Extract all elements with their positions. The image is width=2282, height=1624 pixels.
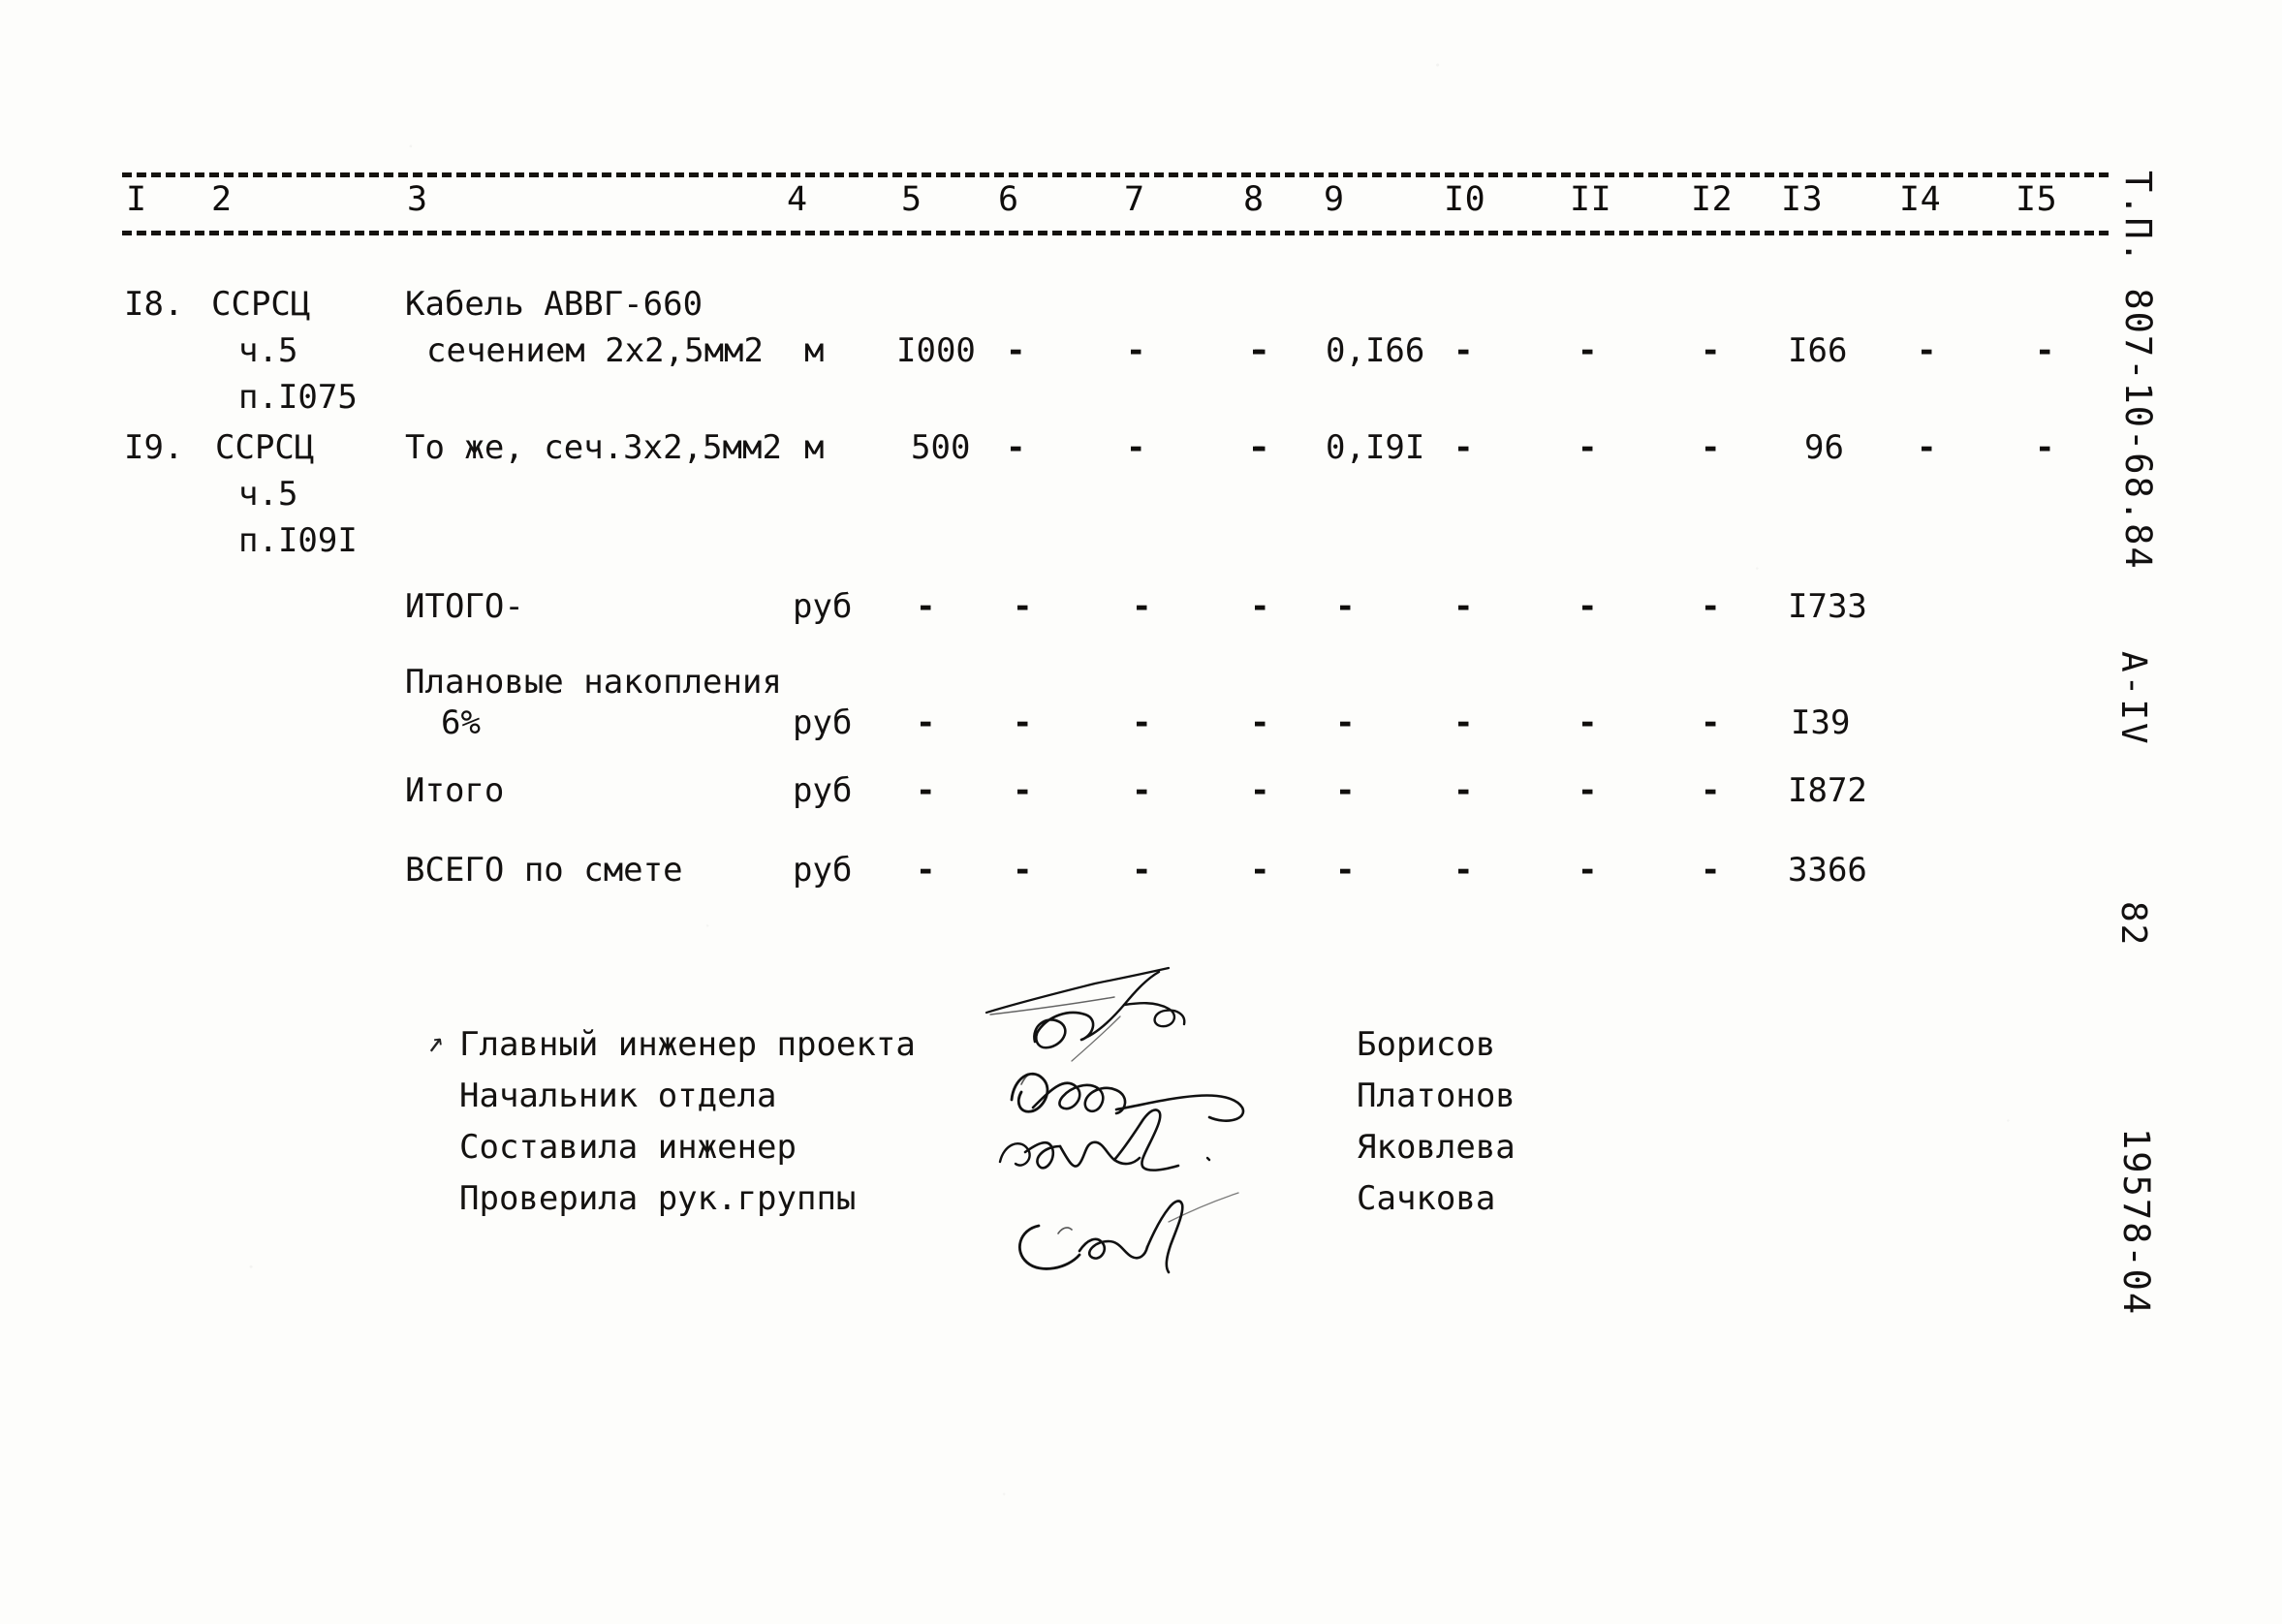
table-row: I9.: [124, 428, 184, 467]
row-unit: м: [804, 428, 825, 467]
summary-dash: -: [916, 703, 936, 742]
summary-dash: -: [916, 851, 936, 890]
summary-dash: -: [1454, 851, 1474, 890]
row-cell-9: -: [1250, 331, 1270, 370]
row-name-line1: Кабель АВВГ-660: [405, 285, 703, 324]
margin-page-number: 82: [2113, 901, 2153, 948]
row-code-line2: ч.5: [238, 475, 298, 514]
row-unit-price: 0,I9I: [1326, 428, 1425, 467]
row-cell-7: -: [1126, 331, 1146, 370]
row-name-line1: То же, сеч.3х2,5мм2: [405, 428, 782, 467]
row-code-line2: ч.5: [238, 331, 298, 370]
handwritten-signatures: [985, 966, 1245, 1274]
signature-role: Составила инженер: [459, 1128, 797, 1167]
row-quantity: I000: [896, 331, 976, 370]
row-code-line3: п.I075: [238, 378, 358, 417]
summary-total: I733: [1788, 587, 1867, 626]
summary-dash: -: [1250, 703, 1270, 742]
summary-dash: -: [916, 771, 936, 810]
summary-total: 3366: [1788, 851, 1867, 890]
summary-dash: -: [1335, 587, 1356, 626]
summary-dash: -: [1335, 771, 1356, 810]
row-cell-6: -: [1006, 331, 1026, 370]
summary-total: I39: [1791, 703, 1851, 742]
signature-names: Борисов Платонов Яковлева Сачкова: [1357, 1019, 1516, 1225]
row-code-line3: п.I09I: [238, 521, 358, 560]
table-row: I8.: [124, 285, 184, 324]
row-name-line2: сечением 2х2,5мм2: [426, 331, 764, 370]
row-unit: м: [804, 331, 825, 370]
row-cell-16: -: [2035, 428, 2055, 467]
summary-unit: руб: [793, 587, 853, 626]
summary-dash: -: [1701, 771, 1721, 810]
row-code-line1: ССРСЦ: [215, 428, 315, 467]
summary-dash: -: [1013, 587, 1033, 626]
margin-archive-code: 19578-04: [2115, 1128, 2157, 1317]
summary-label-sub: 6%: [441, 703, 481, 742]
row-cell-11: -: [1454, 331, 1474, 370]
row-cell-15: -: [1917, 331, 1937, 370]
summary-unit: руб: [793, 851, 853, 890]
row-total: 96: [1804, 428, 1844, 467]
signature-name: Борисов: [1357, 1025, 1496, 1064]
document-page: I 2 3 4 5 6 7 8 9 I0 II I2 I3 I4 I5 I8. …: [0, 0, 2282, 1624]
row-cell-13: -: [1701, 331, 1721, 370]
row-cell-9: -: [1250, 428, 1270, 467]
row-code-line1: ССРСЦ: [211, 285, 311, 324]
margin-project-code: Т.П. 807-10-68.84: [2117, 171, 2159, 571]
summary-dash: -: [1132, 587, 1152, 626]
signature-role: Проверила рук.группы: [459, 1179, 857, 1218]
summary-dash: -: [1250, 851, 1270, 890]
summary-dash: -: [1013, 771, 1033, 810]
row-quantity: 500: [911, 428, 971, 467]
summary-label: Итого: [405, 771, 505, 810]
summary-total: I872: [1788, 771, 1867, 810]
summary-dash: -: [1132, 703, 1152, 742]
row-cell-7: -: [1126, 428, 1146, 467]
summary-dash: -: [1013, 703, 1033, 742]
summary-dash: -: [1454, 771, 1474, 810]
summary-dash: -: [1250, 771, 1270, 810]
summary-dash: -: [1578, 851, 1598, 890]
row-cell-6: -: [1006, 428, 1026, 467]
row-cell-12: -: [1578, 331, 1598, 370]
summary-dash: -: [1250, 587, 1270, 626]
summary-dash: -: [1013, 851, 1033, 890]
summary-dash: -: [1578, 587, 1598, 626]
summary-unit: руб: [793, 771, 853, 810]
signature-role: Главный инженер проекта: [459, 1025, 916, 1064]
signature-roles: Главный инженер проекта Начальник отдела…: [459, 1019, 916, 1225]
row-cell-11: -: [1454, 428, 1474, 467]
summary-dash: -: [1701, 851, 1721, 890]
summary-dash: -: [916, 587, 936, 626]
signature-role: Начальник отдела: [459, 1077, 777, 1115]
summary-dash: -: [1578, 771, 1598, 810]
summary-dash: -: [1578, 703, 1598, 742]
margin-section-label: А-IV: [2113, 651, 2153, 747]
signature-name: Яковлева: [1357, 1128, 1516, 1167]
row-unit-price: 0,I66: [1326, 331, 1425, 370]
row-cell-12: -: [1578, 428, 1598, 467]
summary-dash: -: [1335, 703, 1356, 742]
summary-dash: -: [1454, 587, 1474, 626]
row-cell-15: -: [1917, 428, 1937, 467]
table-body: I8. ССРСЦ ч.5 п.I075 Кабель АВВГ-660 сеч…: [0, 0, 2282, 1624]
summary-label: ИТОГО-: [405, 587, 524, 626]
signature-name: Платонов: [1357, 1077, 1516, 1115]
row-total: I66: [1788, 331, 1848, 370]
signature-name: Сачкова: [1357, 1179, 1496, 1218]
summary-label: Плановые накопления: [405, 663, 782, 702]
summary-dash: -: [1132, 771, 1152, 810]
summary-dash: -: [1701, 703, 1721, 742]
summary-dash: -: [1454, 703, 1474, 742]
row-cell-16: -: [2035, 331, 2055, 370]
summary-dash: -: [1132, 851, 1152, 890]
row-cell-13: -: [1701, 428, 1721, 467]
summary-dash: -: [1701, 587, 1721, 626]
summary-label: ВСЕГО по смете: [405, 851, 683, 890]
summary-dash: -: [1335, 851, 1356, 890]
summary-unit: руб: [793, 703, 853, 742]
